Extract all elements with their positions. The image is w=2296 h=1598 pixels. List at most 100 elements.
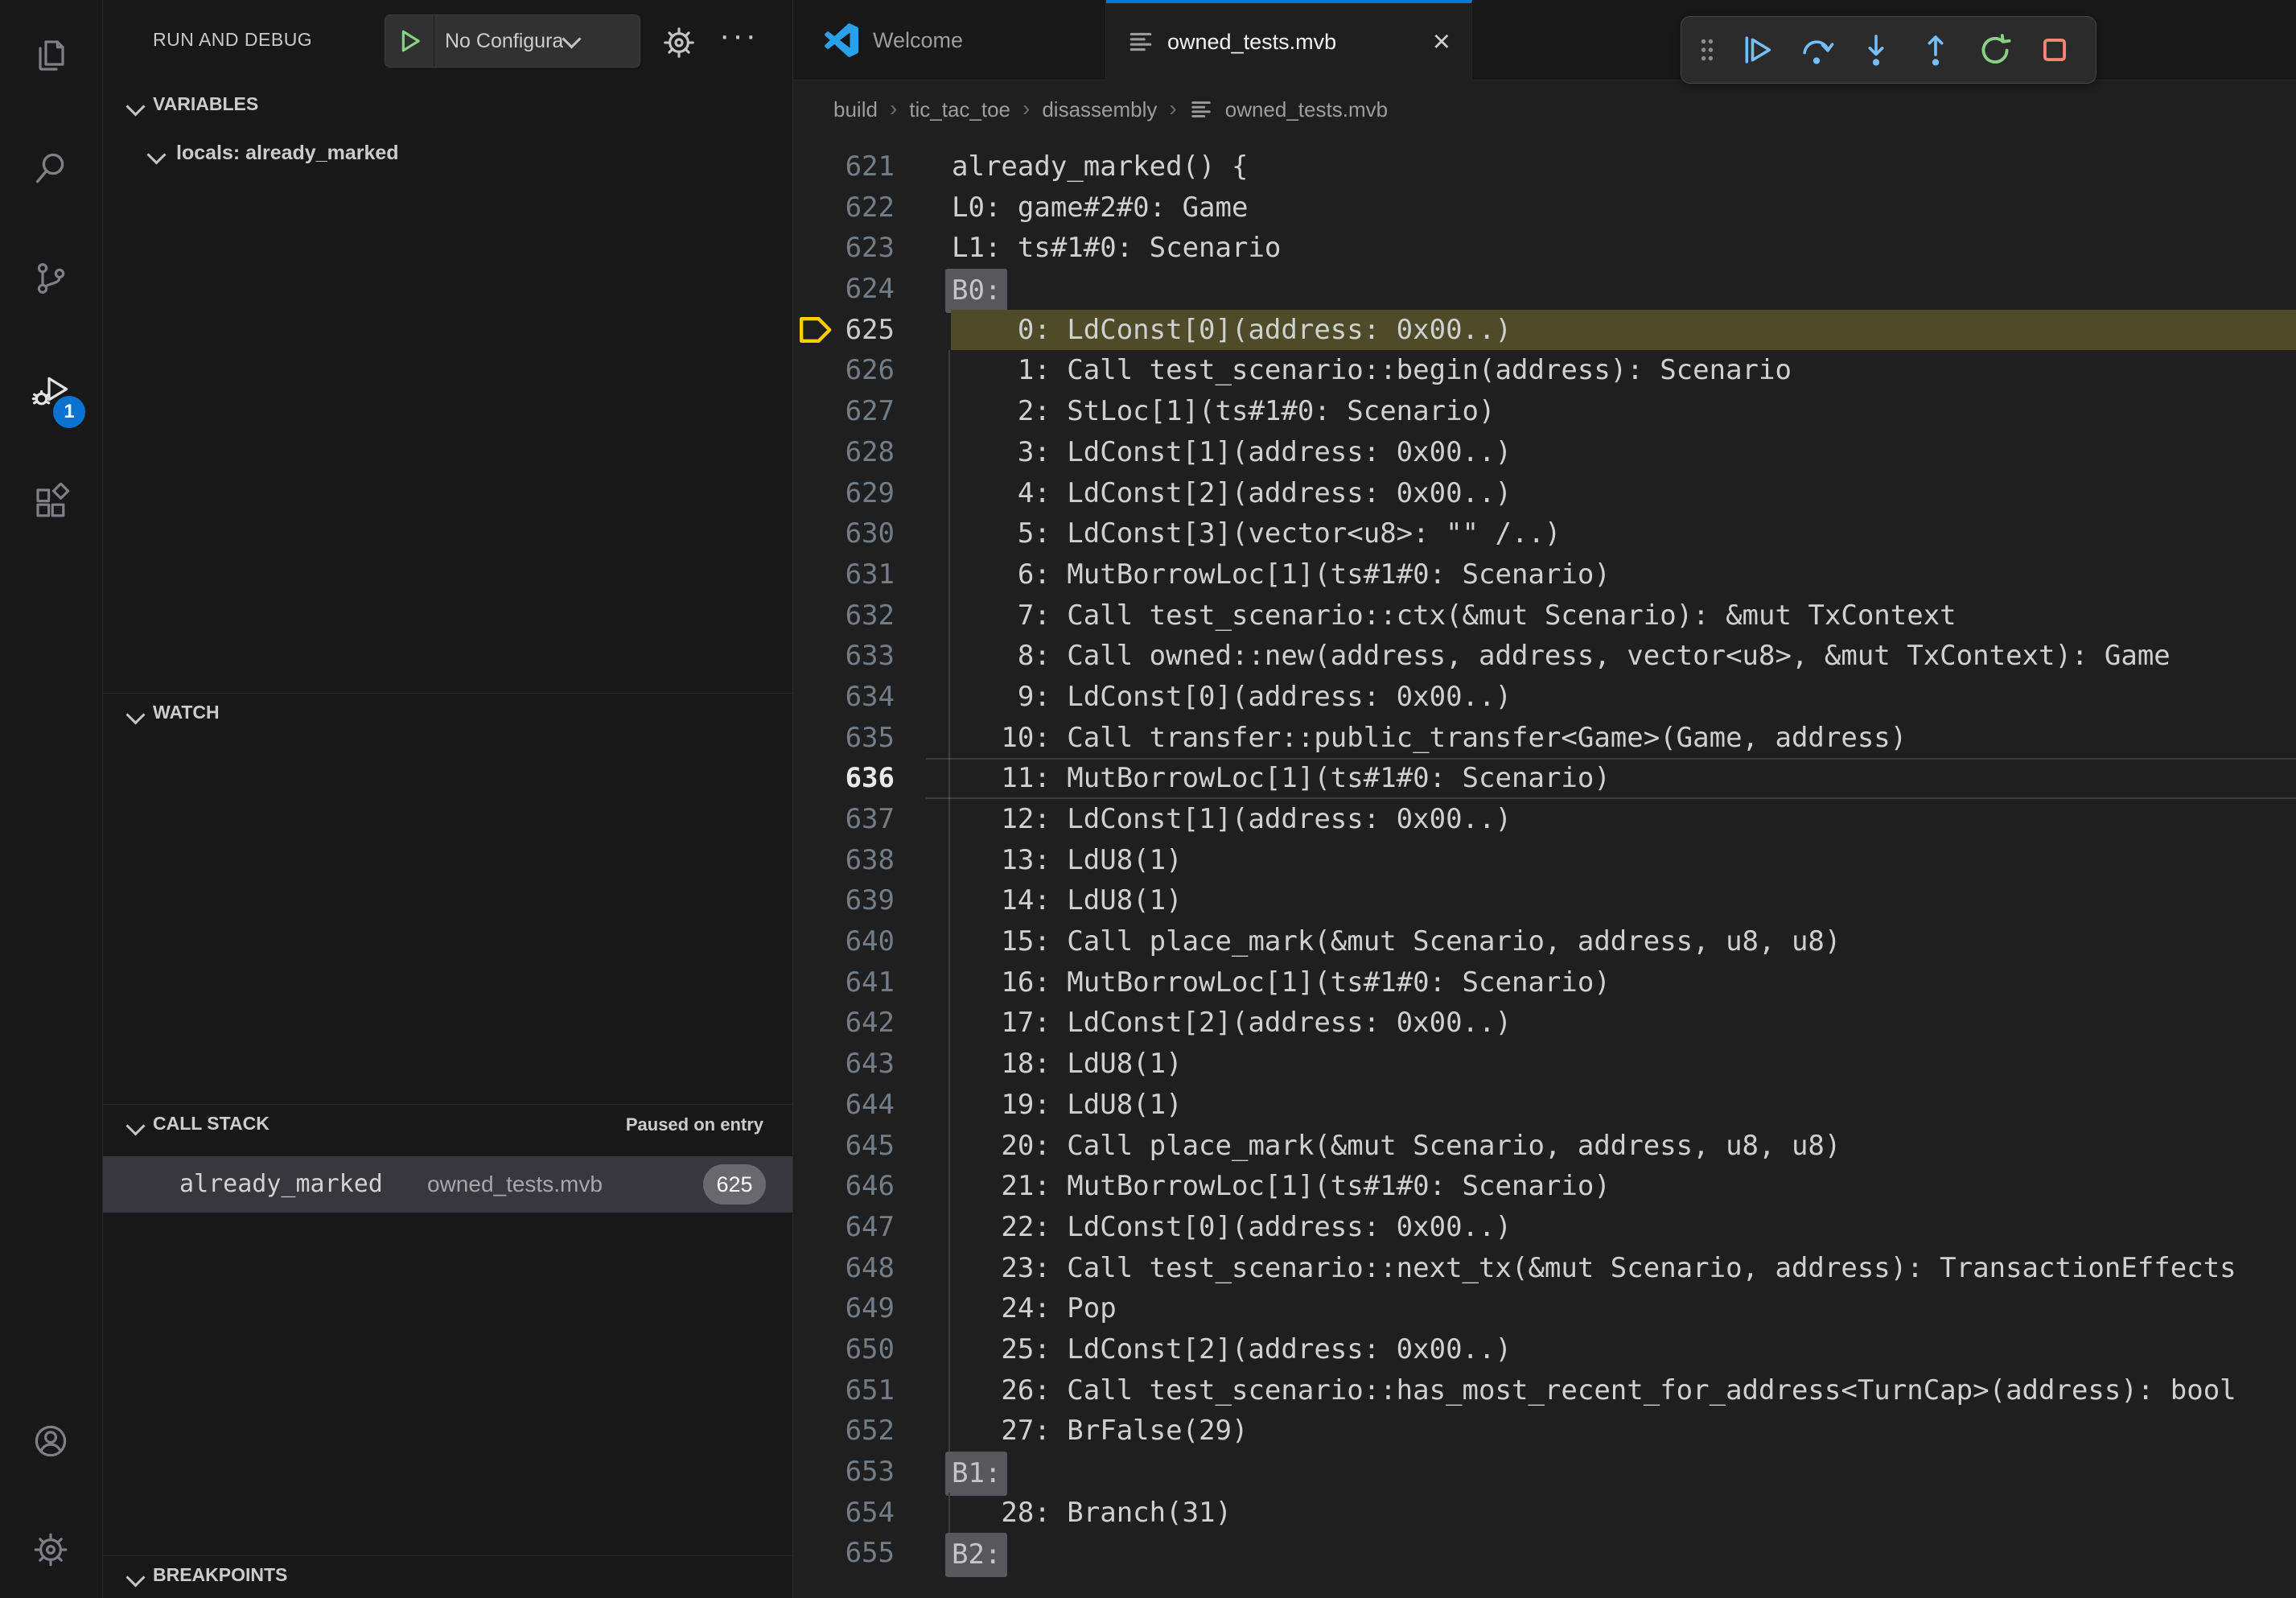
code-line[interactable]: 626 1: Call test_scenario::begin(address… bbox=[793, 350, 2296, 391]
line-number[interactable]: 637 bbox=[793, 799, 895, 840]
variables-scope-locals[interactable]: locals: already_marked bbox=[103, 135, 792, 177]
stack-frame-row[interactable]: already_marked owned_tests.mvb 625 bbox=[103, 1156, 792, 1213]
code-line[interactable]: 639 14: LdU8(1) bbox=[793, 880, 2296, 921]
code-line[interactable]: 642 17: LdConst[2](address: 0x00..) bbox=[793, 1003, 2296, 1044]
code-line[interactable]: 627 2: StLoc[1](ts#1#0: Scenario) bbox=[793, 391, 2296, 432]
line-number[interactable]: 642 bbox=[793, 1003, 895, 1044]
line-number[interactable]: 625 bbox=[793, 310, 895, 351]
line-number[interactable]: 651 bbox=[793, 1370, 895, 1411]
line-number[interactable]: 622 bbox=[793, 187, 895, 229]
breadcrumb-item[interactable]: owned_tests.mvb bbox=[1225, 97, 1388, 122]
restart-icon[interactable] bbox=[1977, 32, 2013, 68]
extensions-icon[interactable] bbox=[31, 483, 70, 521]
code-line[interactable]: 637 12: LdConst[1](address: 0x00..) bbox=[793, 799, 2296, 840]
line-number[interactable]: 627 bbox=[793, 391, 895, 432]
step-out-icon[interactable] bbox=[1918, 32, 1953, 68]
code-line[interactable]: 644 19: LdU8(1) bbox=[793, 1085, 2296, 1126]
more-actions-icon[interactable]: ··· bbox=[719, 18, 759, 54]
line-number[interactable]: 650 bbox=[793, 1329, 895, 1370]
code-line[interactable]: 653B1: bbox=[793, 1452, 2296, 1493]
line-number[interactable]: 654 bbox=[793, 1493, 895, 1534]
continue-icon[interactable] bbox=[1739, 32, 1775, 68]
code-line[interactable]: 646 21: MutBorrowLoc[1](ts#1#0: Scenario… bbox=[793, 1166, 2296, 1207]
code-line[interactable]: 635 10: Call transfer::public_transfer<G… bbox=[793, 718, 2296, 759]
drag-handle-icon[interactable] bbox=[1699, 32, 1715, 68]
line-number[interactable]: 626 bbox=[793, 350, 895, 391]
code-line[interactable]: 647 22: LdConst[0](address: 0x00..) bbox=[793, 1207, 2296, 1248]
line-number[interactable]: 631 bbox=[793, 554, 895, 595]
line-number[interactable]: 635 bbox=[793, 718, 895, 759]
line-number[interactable]: 646 bbox=[793, 1166, 895, 1207]
source-control-icon[interactable] bbox=[31, 259, 70, 298]
code-line[interactable]: 640 15: Call place_mark(&mut Scenario, a… bbox=[793, 921, 2296, 962]
code-line[interactable]: 643 18: LdU8(1) bbox=[793, 1044, 2296, 1085]
line-number[interactable]: 628 bbox=[793, 432, 895, 473]
code-line[interactable]: 621already_marked() { bbox=[793, 146, 2296, 187]
code-line[interactable]: 645 20: Call place_mark(&mut Scenario, a… bbox=[793, 1126, 2296, 1167]
line-number[interactable]: 643 bbox=[793, 1044, 895, 1085]
step-into-icon[interactable] bbox=[1858, 32, 1894, 68]
line-number[interactable]: 629 bbox=[793, 473, 895, 514]
account-icon[interactable] bbox=[31, 1422, 70, 1460]
line-number[interactable]: 634 bbox=[793, 677, 895, 718]
start-debug-button[interactable] bbox=[385, 15, 434, 67]
code-line[interactable]: 622L0: game#2#0: Game bbox=[793, 187, 2296, 229]
code-line[interactable]: 624B0: bbox=[793, 269, 2296, 310]
stop-icon[interactable] bbox=[2037, 32, 2072, 68]
code-line[interactable]: 638 13: LdU8(1) bbox=[793, 840, 2296, 881]
variables-section-header[interactable]: VARIABLES bbox=[103, 85, 792, 129]
code-line[interactable]: 636 11: MutBorrowLoc[1](ts#1#0: Scenario… bbox=[793, 758, 2296, 799]
line-number[interactable]: 633 bbox=[793, 636, 895, 677]
step-over-icon[interactable] bbox=[1799, 32, 1834, 68]
code-line[interactable]: 651 26: Call test_scenario::has_most_rec… bbox=[793, 1370, 2296, 1411]
debug-settings-gear-icon[interactable] bbox=[661, 25, 697, 60]
line-number[interactable]: 640 bbox=[793, 921, 895, 962]
line-number[interactable]: 636 bbox=[793, 758, 895, 799]
line-number[interactable]: 630 bbox=[793, 513, 895, 554]
line-number[interactable]: 647 bbox=[793, 1207, 895, 1248]
tab-owned-tests[interactable]: owned_tests.mvb × bbox=[1106, 0, 1472, 80]
line-number[interactable]: 652 bbox=[793, 1411, 895, 1452]
breadcrumb-item[interactable]: tic_tac_toe bbox=[909, 97, 1010, 122]
line-number[interactable]: 655 bbox=[793, 1533, 895, 1574]
line-number[interactable]: 645 bbox=[793, 1126, 895, 1167]
code-line[interactable]: 649 24: Pop bbox=[793, 1288, 2296, 1329]
code-line[interactable]: 648 23: Call test_scenario::next_tx(&mut… bbox=[793, 1248, 2296, 1289]
close-icon[interactable]: × bbox=[1433, 27, 1471, 57]
line-number[interactable]: 641 bbox=[793, 962, 895, 1003]
line-number[interactable]: 639 bbox=[793, 880, 895, 921]
code-line[interactable]: 631 6: MutBorrowLoc[1](ts#1#0: Scenario) bbox=[793, 554, 2296, 595]
call-stack-section-header[interactable]: CALL STACK Paused on entry bbox=[103, 1105, 792, 1150]
line-number[interactable]: 648 bbox=[793, 1248, 895, 1289]
code-line[interactable]: 650 25: LdConst[2](address: 0x00..) bbox=[793, 1329, 2296, 1370]
explorer-icon[interactable] bbox=[31, 36, 70, 75]
search-icon[interactable] bbox=[31, 149, 70, 187]
line-number[interactable]: 649 bbox=[793, 1288, 895, 1329]
breadcrumb-item[interactable]: build bbox=[833, 97, 878, 122]
code-line[interactable]: 623L1: ts#1#0: Scenario bbox=[793, 228, 2296, 269]
watch-section-header[interactable]: WATCH bbox=[103, 694, 792, 737]
code-line[interactable]: 628 3: LdConst[1](address: 0x00..) bbox=[793, 432, 2296, 473]
code-line[interactable]: 652 27: BrFalse(29) bbox=[793, 1411, 2296, 1452]
line-number[interactable]: 644 bbox=[793, 1085, 895, 1126]
code-line[interactable]: 625 0: LdConst[0](address: 0x00..) bbox=[793, 310, 2296, 351]
code-line[interactable]: 641 16: MutBorrowLoc[1](ts#1#0: Scenario… bbox=[793, 962, 2296, 1003]
code-line[interactable]: 634 9: LdConst[0](address: 0x00..) bbox=[793, 677, 2296, 718]
breakpoints-section-header[interactable]: BREAKPOINTS bbox=[103, 1556, 792, 1598]
code-line[interactable]: 629 4: LdConst[2](address: 0x00..) bbox=[793, 473, 2296, 514]
line-number[interactable]: 632 bbox=[793, 595, 895, 636]
code-line[interactable]: 654 28: Branch(31) bbox=[793, 1493, 2296, 1534]
settings-gear-icon[interactable] bbox=[31, 1530, 70, 1569]
code-line[interactable]: 633 8: Call owned::new(address, address,… bbox=[793, 636, 2296, 677]
line-number[interactable]: 621 bbox=[793, 146, 895, 187]
code-line[interactable]: 632 7: Call test_scenario::ctx(&mut Scen… bbox=[793, 595, 2296, 636]
line-number[interactable]: 653 bbox=[793, 1452, 895, 1493]
tab-welcome[interactable]: Welcome bbox=[793, 0, 1106, 80]
breadcrumb-item[interactable]: disassembly bbox=[1042, 97, 1157, 122]
launch-config-dropdown[interactable]: No Configura bbox=[385, 14, 640, 68]
line-number[interactable]: 624 bbox=[793, 269, 895, 310]
line-number[interactable]: 623 bbox=[793, 228, 895, 269]
line-number[interactable]: 638 bbox=[793, 840, 895, 881]
code-line[interactable]: 655B2: bbox=[793, 1533, 2296, 1574]
code-line[interactable]: 630 5: LdConst[3](vector<u8>: "" /..) bbox=[793, 513, 2296, 554]
